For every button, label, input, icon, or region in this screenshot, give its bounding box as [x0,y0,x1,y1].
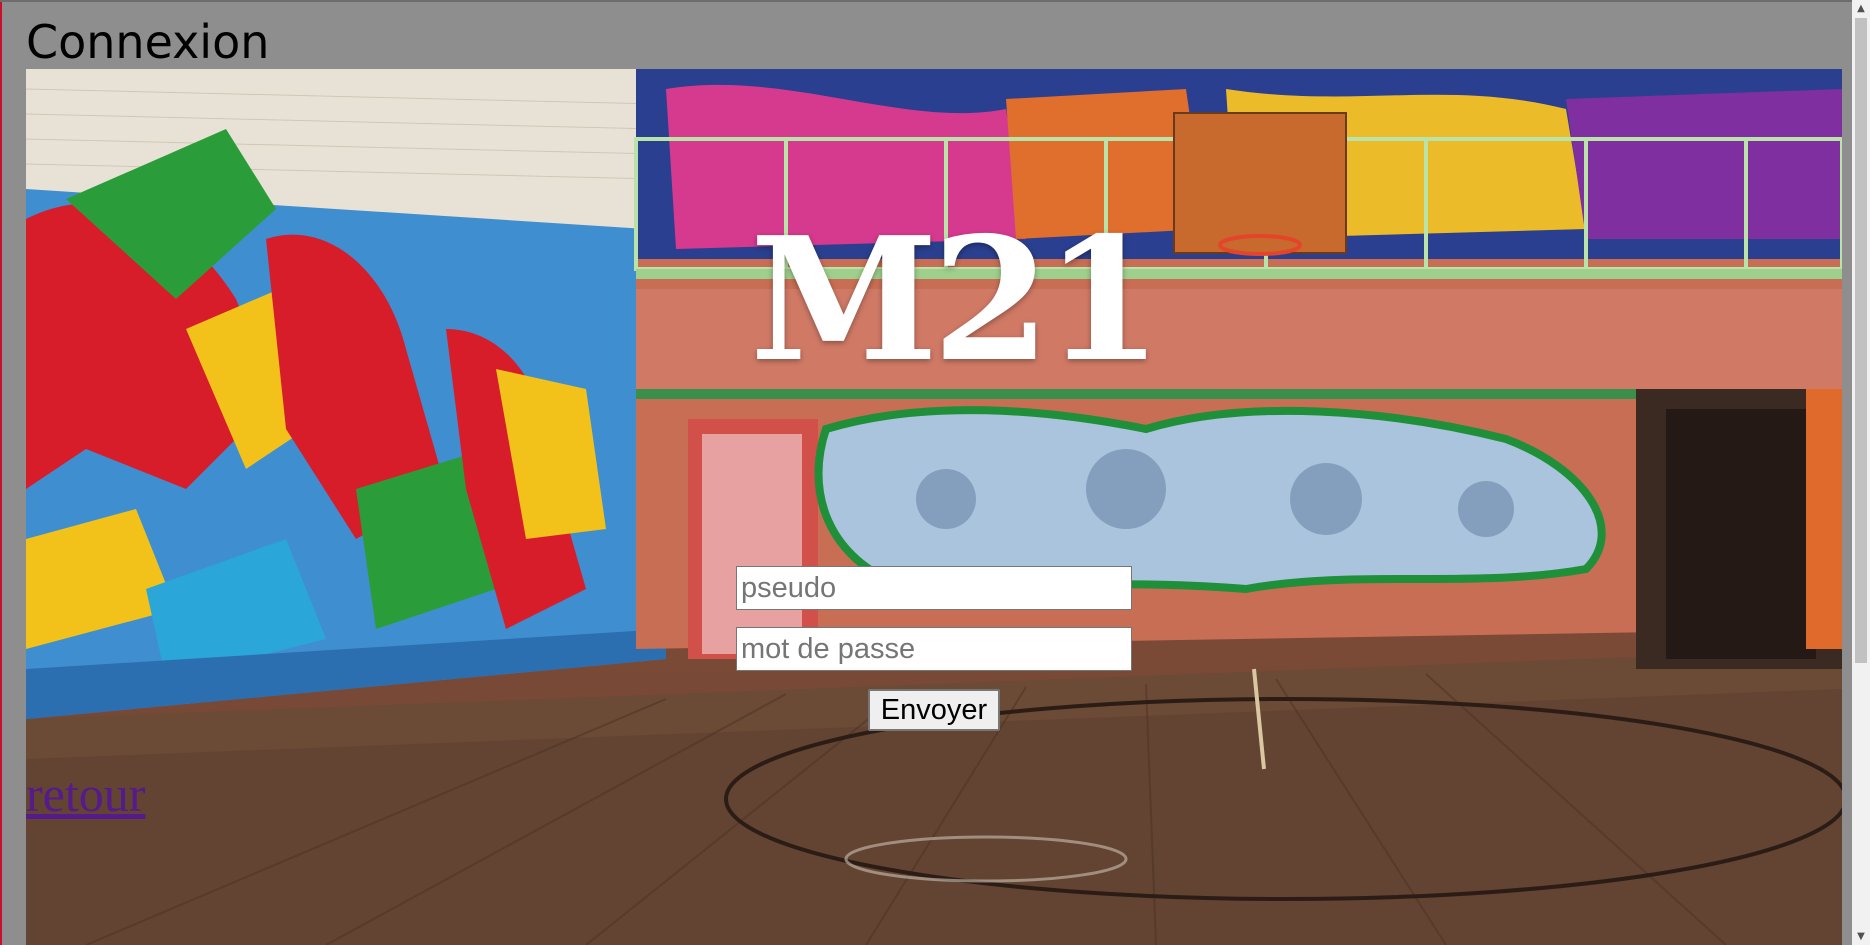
scroll-down-arrow-icon[interactable]: ▼ [1852,928,1870,945]
browser-viewport: Connexion M21 pseudo Envoyer retour ▲ ▼ [0,0,1870,945]
m21-logo: M21 [750,200,1163,400]
back-link[interactable]: retour [26,764,145,824]
username-input[interactable] [736,566,1132,610]
password-input[interactable] [736,627,1132,671]
window-edge [0,0,2,945]
vertical-scrollbar[interactable]: ▲ ▼ [1852,0,1870,945]
scrollbar-thumb[interactable] [1855,18,1867,663]
submit-button[interactable]: Envoyer [868,689,1000,731]
scroll-up-arrow-icon[interactable]: ▲ [1852,0,1870,17]
page-title: Connexion [26,15,270,69]
window-top-edge [0,0,1870,2]
